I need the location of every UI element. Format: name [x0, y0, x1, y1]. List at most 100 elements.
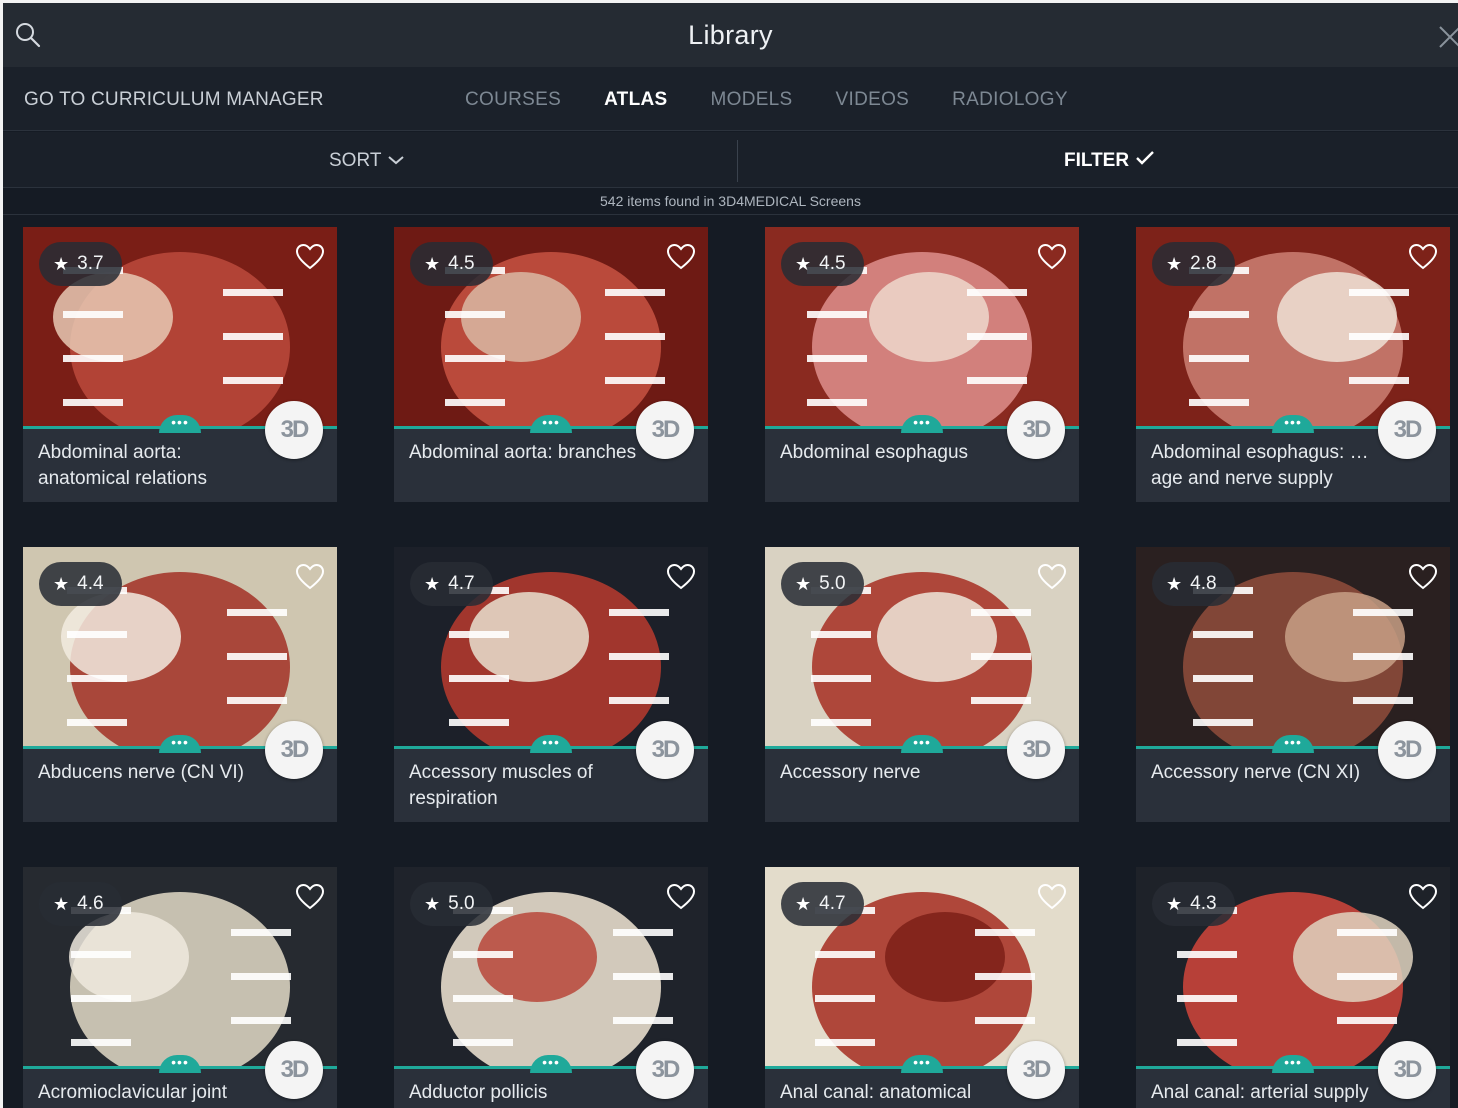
rating-badge: ★ 4.8 [1152, 562, 1235, 606]
3d-badge-text: 3D [1022, 736, 1052, 763]
library-window: Library GO TO CURRICULUM MANAGER COURSES… [3, 3, 1458, 1108]
rating-badge: ★ 4.5 [781, 242, 864, 286]
rating-value: 2.8 [1190, 253, 1217, 274]
3d-badge-text: 3D [651, 1056, 681, 1083]
close-icon[interactable] [1436, 21, 1458, 51]
3d-badge-text: 3D [1022, 416, 1052, 443]
tab-radiology[interactable]: RADIOLOGY [952, 89, 1068, 111]
divider [737, 140, 738, 182]
card-title: Abdominal esophagus [780, 442, 969, 463]
card-title: Abducens nerve (CN VI) [38, 762, 244, 783]
heart-icon[interactable] [1037, 243, 1067, 271]
sort-filter-bar: SORT FILTER [3, 132, 1458, 188]
card-title: Abdominal aorta: branches [409, 442, 637, 463]
card-title: Acromioclavicular joint [38, 1082, 228, 1103]
star-icon: ★ [424, 893, 441, 914]
star-icon: ★ [795, 573, 812, 594]
atlas-card-11[interactable]: ★ 4.7 ••• 3D Anal canal: anatomical [765, 867, 1079, 1108]
rating-value: 4.3 [1190, 893, 1217, 914]
atlas-card-2[interactable]: ★ 4.5 ••• 3D Abdominal aorta: branches [394, 227, 708, 502]
3d-badge-text: 3D [1393, 1056, 1423, 1083]
3d-badge-text: 3D [280, 1056, 310, 1083]
card-title: Accessory muscles of respiration [409, 762, 593, 809]
card-title: Accessory nerve (CN XI) [1151, 762, 1361, 783]
curriculum-manager-link[interactable]: GO TO CURRICULUM MANAGER [24, 89, 324, 111]
atlas-card-3[interactable]: ★ 4.5 ••• 3D Abdominal esophagus [765, 227, 1079, 502]
rating-badge: ★ 4.3 [1152, 882, 1235, 926]
tabs: COURSES ATLAS MODELS VIDEOS RADIOLOGY [465, 89, 1068, 111]
heart-icon[interactable] [1037, 883, 1067, 911]
3d-badge-text: 3D [1393, 416, 1423, 443]
checkmark-icon [1135, 150, 1155, 172]
atlas-card-12[interactable]: ★ 4.3 ••• 3D Anal canal: arterial supply [1136, 867, 1450, 1108]
card-title: Accessory nerve [780, 762, 921, 783]
heart-icon[interactable] [666, 563, 696, 591]
star-icon: ★ [53, 253, 70, 274]
heart-icon[interactable] [666, 883, 696, 911]
results-count: 542 items found in 3D4MEDICAL Screens [3, 188, 1458, 215]
card-title: Abdominal aorta: anatomical relations [38, 442, 207, 489]
heart-icon[interactable] [666, 243, 696, 271]
atlas-card-4[interactable]: ★ 2.8 ••• 3D Abdominal esophagus: … age … [1136, 227, 1450, 502]
star-icon: ★ [1166, 253, 1183, 274]
rating-value: 4.5 [819, 253, 846, 274]
card-title: Adductor pollicis [409, 1082, 548, 1103]
atlas-card-8[interactable]: ★ 4.8 ••• 3D Accessory nerve (CN XI) [1136, 547, 1450, 822]
rating-badge: ★ 4.5 [410, 242, 493, 286]
rating-value: 4.4 [77, 573, 104, 594]
card-title: Anal canal: arterial supply [1151, 1082, 1369, 1103]
heart-icon[interactable] [1037, 563, 1067, 591]
heart-icon[interactable] [1408, 883, 1438, 911]
3d-badge-text: 3D [280, 736, 310, 763]
heart-icon[interactable] [1408, 243, 1438, 271]
rating-badge: ★ 4.6 [39, 882, 122, 926]
rating-value: 3.7 [77, 253, 104, 274]
title-bar: Library [3, 3, 1458, 67]
rating-badge: ★ 2.8 [1152, 242, 1235, 286]
star-icon: ★ [795, 253, 812, 274]
rating-badge: ★ 4.7 [781, 882, 864, 926]
filter-label: FILTER [1064, 150, 1130, 171]
rating-value: 4.5 [448, 253, 475, 274]
rating-badge: ★ 3.7 [39, 242, 122, 286]
3d-badge-text: 3D [1022, 1056, 1052, 1083]
tab-atlas[interactable]: ATLAS [604, 89, 667, 111]
sort-button[interactable]: SORT [329, 150, 405, 172]
card-title: Abdominal esophagus: … age and nerve sup… [1151, 442, 1369, 489]
rating-value: 4.7 [819, 893, 846, 914]
heart-icon[interactable] [295, 243, 325, 271]
sort-label: SORT [329, 150, 382, 171]
rating-value: 5.0 [448, 893, 475, 914]
atlas-card-10[interactable]: ★ 5.0 ••• 3D Adductor pollicis [394, 867, 708, 1108]
rating-badge: ★ 4.4 [39, 562, 122, 606]
3d-badge-text: 3D [651, 736, 681, 763]
3d-badge-text: 3D [1393, 736, 1423, 763]
3d-badge-text: 3D [651, 416, 681, 443]
atlas-card-7[interactable]: ★ 5.0 ••• 3D Accessory nerve [765, 547, 1079, 822]
star-icon: ★ [1166, 893, 1183, 914]
rating-value: 5.0 [819, 573, 846, 594]
heart-icon[interactable] [295, 883, 325, 911]
rating-value: 4.8 [1190, 573, 1217, 594]
star-icon: ★ [795, 893, 812, 914]
heart-icon[interactable] [295, 563, 325, 591]
atlas-card-9[interactable]: ★ 4.6 ••• 3D Acromioclavicular joint [23, 867, 337, 1108]
tab-videos[interactable]: VIDEOS [836, 89, 910, 111]
star-icon: ★ [424, 253, 441, 274]
rating-value: 4.6 [77, 893, 104, 914]
search-icon[interactable] [13, 20, 43, 50]
window-title: Library [688, 19, 773, 50]
chevron-down-icon [387, 150, 405, 172]
filter-button[interactable]: FILTER [1064, 150, 1155, 172]
atlas-card-1[interactable]: ★ 3.7 ••• 3D Abdominal aorta: anatomical… [23, 227, 337, 502]
atlas-card-6[interactable]: ★ 4.7 ••• 3D Accessory muscles of respir… [394, 547, 708, 822]
tab-courses[interactable]: COURSES [465, 89, 561, 111]
tab-models[interactable]: MODELS [710, 89, 792, 111]
atlas-card-5[interactable]: ★ 4.4 ••• 3D Abducens nerve (CN VI) [23, 547, 337, 822]
heart-icon[interactable] [1408, 563, 1438, 591]
rating-badge: ★ 5.0 [781, 562, 864, 606]
rating-badge: ★ 5.0 [410, 882, 493, 926]
star-icon: ★ [53, 893, 70, 914]
tab-bar: GO TO CURRICULUM MANAGER COURSES ATLAS M… [3, 67, 1458, 131]
3d-badge-text: 3D [280, 416, 310, 443]
